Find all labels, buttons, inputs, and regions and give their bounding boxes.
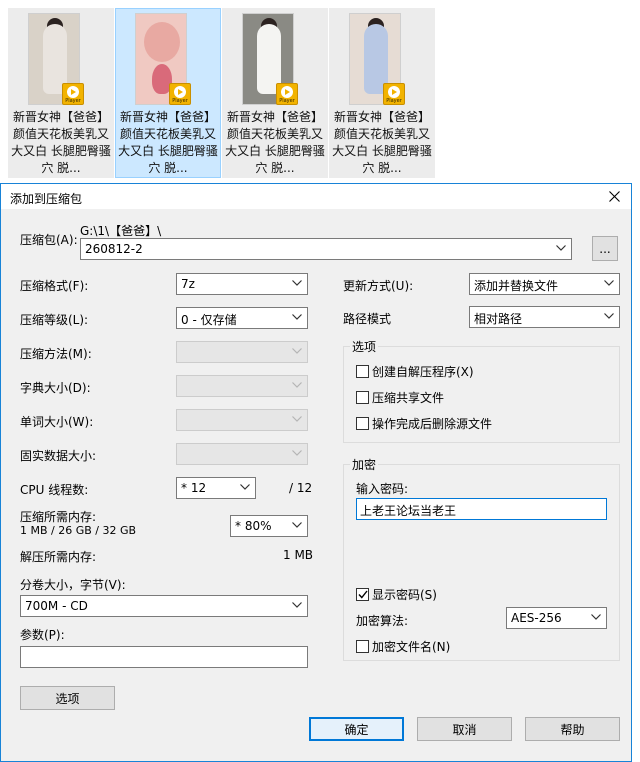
checkbox-box [356, 417, 369, 430]
cancel-button[interactable]: 取消 [417, 717, 512, 741]
chevron-down-icon [292, 522, 302, 528]
path-select[interactable]: 相对路径 [469, 306, 620, 328]
level-select[interactable]: 0 - 仅存储 [176, 307, 308, 329]
volume-label: 分卷大小，字节(V): [20, 578, 126, 592]
decomp-label: 解压所需内存: [20, 550, 97, 564]
dialog-titlebar: 添加到压缩包 [1, 184, 631, 209]
threads-label: CPU 线程数: [20, 483, 89, 497]
file-name: 新晋女神【爸爸】颜值天花板美乳又大又白 长腿肥臀骚穴 脱... [118, 110, 218, 175]
close-icon [608, 190, 620, 202]
checkmark-icon [357, 590, 368, 599]
add-to-archive-dialog: 添加到压缩包 压缩包(A): G:\1\【爸爸】\ 260812-2 ... 压… [0, 183, 632, 762]
chevron-down-icon [292, 450, 302, 456]
checkbox-box [356, 391, 369, 404]
player-badge-icon: Player [169, 83, 191, 105]
options-button[interactable]: 选项 [20, 686, 115, 710]
file-tile-2[interactable]: Player 新晋女神【爸爸】颜值天花板美乳又大又白 长腿肥臀骚穴 脱... [115, 8, 221, 178]
chevron-down-icon [292, 348, 302, 354]
encrypt-names-checkbox[interactable]: 加密文件名(N) [356, 638, 450, 655]
archive-path: G:\1\【爸爸】\ [80, 224, 162, 238]
enc-method-label: 加密算法: [356, 614, 409, 628]
chevron-down-icon [556, 245, 566, 251]
mem-label: 压缩所需内存: [20, 510, 97, 524]
file-tile-4[interactable]: Player 新晋女神【爸爸】颜值天花板美乳又大又白 长腿肥臀骚穴 脱... [329, 8, 435, 178]
archive-name-combo[interactable]: 260812-2 [80, 238, 572, 260]
update-select[interactable]: 添加并替换文件 [469, 273, 620, 295]
chevron-down-icon [292, 314, 302, 320]
chevron-down-icon [240, 484, 250, 490]
checkbox-box [356, 588, 369, 601]
solid-select[interactable] [176, 443, 308, 465]
ok-button[interactable]: 确定 [309, 717, 404, 741]
format-select[interactable]: 7z [176, 273, 308, 295]
delete-source-checkbox[interactable]: 操作完成后删除源文件 [356, 415, 492, 432]
enc-method-select[interactable]: AES-256 [506, 607, 607, 629]
format-label: 压缩格式(F): [20, 279, 89, 293]
params-label: 参数(P): [20, 628, 65, 642]
word-select[interactable] [176, 409, 308, 431]
level-label: 压缩等级(L): [20, 313, 89, 327]
sfx-checkbox[interactable]: 创建自解压程序(X) [356, 363, 474, 380]
mem-percent-select[interactable]: * 80% [230, 515, 308, 537]
threads-max: / 12 [289, 481, 313, 495]
chevron-down-icon [591, 614, 601, 620]
file-tile-3[interactable]: Player 新晋女神【爸爸】颜值天花板美乳又大又白 长腿肥臀骚穴 脱... [222, 8, 328, 178]
file-explorer-view: Player 新晋女神【爸爸】颜值天花板美乳又大又白 长腿肥臀骚穴 脱... P… [0, 0, 640, 182]
file-tile-1[interactable]: Player 新晋女神【爸爸】颜值天花板美乳又大又白 长腿肥臀骚穴 脱... [8, 8, 114, 178]
chevron-down-icon [292, 382, 302, 388]
password-input[interactable]: 上老王论坛当老王 [356, 498, 607, 520]
chevron-down-icon [604, 280, 614, 286]
checkbox-box [356, 365, 369, 378]
chevron-down-icon [292, 602, 302, 608]
dict-label: 字典大小(D): [20, 381, 91, 395]
mem-detail: 1 MB / 26 GB / 32 GB [20, 524, 137, 537]
chevron-down-icon [604, 313, 614, 319]
update-label: 更新方式(U): [343, 279, 414, 293]
chevron-down-icon [292, 416, 302, 422]
checkbox-box [356, 640, 369, 653]
threads-select[interactable]: * 12 [176, 477, 256, 499]
help-button[interactable]: 帮助 [525, 717, 620, 741]
archive-label: 压缩包(A): [20, 233, 78, 247]
method-select[interactable] [176, 341, 308, 363]
method-label: 压缩方法(M): [20, 347, 92, 361]
solid-label: 固实数据大小: [20, 449, 97, 463]
file-name: 新晋女神【爸爸】颜值天花板美乳又大又白 长腿肥臀骚穴 脱... [332, 110, 432, 175]
player-badge-icon: Player [383, 83, 405, 105]
file-name: 新晋女神【爸爸】颜值天花板美乳又大又白 长腿肥臀骚穴 脱... [225, 110, 325, 175]
player-badge-icon: Player [62, 83, 84, 105]
shared-checkbox[interactable]: 压缩共享文件 [356, 389, 444, 406]
word-label: 单词大小(W): [20, 415, 94, 429]
dict-select[interactable] [176, 375, 308, 397]
password-label: 输入密码: [356, 482, 409, 496]
volume-combo[interactable]: 700M - CD [20, 595, 308, 617]
decomp-value: 1 MB [283, 548, 314, 562]
dialog-title: 添加到压缩包 [10, 192, 83, 206]
path-label: 路径模式 [343, 312, 392, 326]
browse-button[interactable]: ... [592, 236, 618, 261]
file-name: 新晋女神【爸爸】颜值天花板美乳又大又白 长腿肥臀骚穴 脱... [11, 110, 111, 175]
close-button[interactable] [603, 186, 625, 206]
chevron-down-icon [292, 280, 302, 286]
params-input[interactable] [20, 646, 308, 668]
show-password-checkbox[interactable]: 显示密码(S) [356, 586, 437, 603]
player-badge-icon: Player [276, 83, 298, 105]
